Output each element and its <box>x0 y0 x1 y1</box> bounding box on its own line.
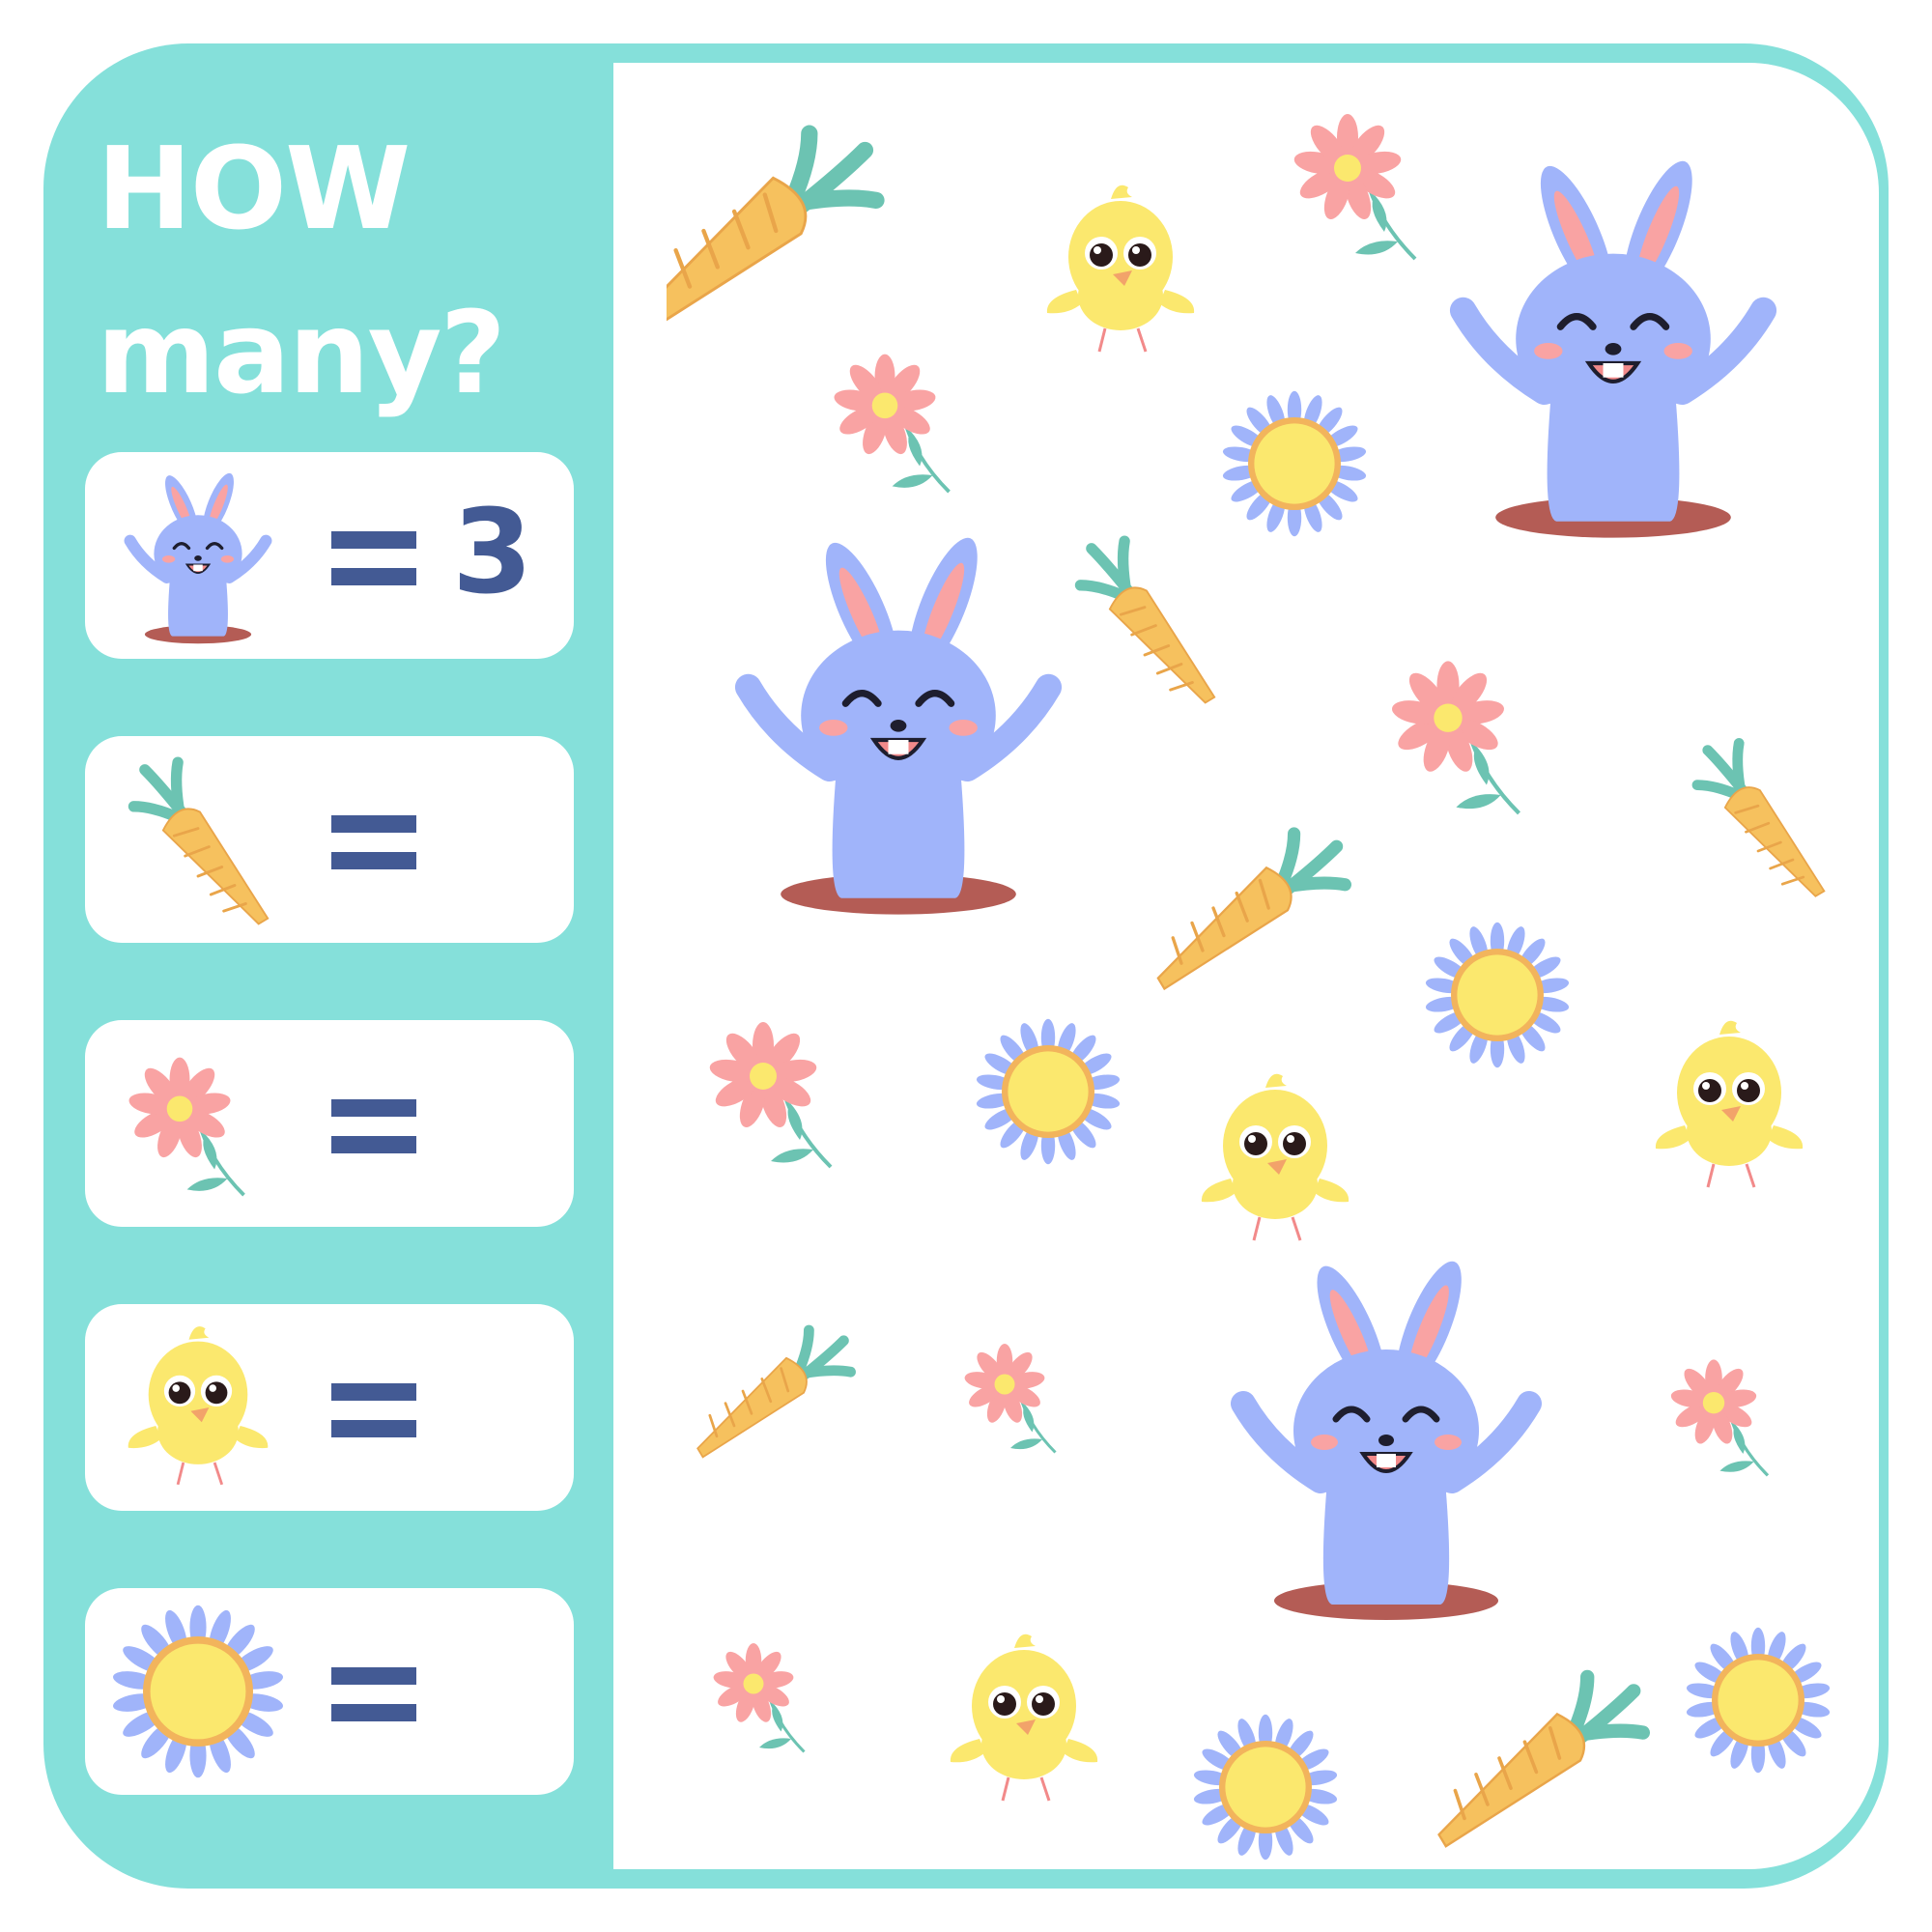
chick-icon <box>1633 971 1826 1241</box>
chick-icon <box>1024 135 1217 406</box>
count-row-bunny: 3 <box>85 452 574 659</box>
count-row-pink-flower <box>85 1020 574 1227</box>
count-row-chick <box>85 1304 574 1511</box>
blue-sunflower-icon <box>1192 1714 1339 1861</box>
blue-sunflower-icon <box>975 1018 1122 1165</box>
carrot-icon <box>667 92 898 324</box>
count-row-blue-sunflower <box>85 1588 574 1795</box>
answer-field-bunny[interactable]: 3 <box>452 491 533 616</box>
blue-sunflower-icon <box>1221 390 1368 537</box>
equals-sign <box>331 531 416 585</box>
equals-sign <box>331 1099 416 1153</box>
bunny-icon <box>1193 1217 1579 1652</box>
title-line-2: many? <box>97 286 506 419</box>
chick-icon <box>927 1584 1121 1855</box>
equals-sign <box>331 1383 416 1437</box>
carrot-icon <box>691 1275 865 1507</box>
bunny-icon <box>1410 126 1816 560</box>
blue-sunflower-icon <box>1685 1627 1832 1774</box>
pink-flower-icon <box>696 1575 840 1816</box>
pink-flower-icon <box>1652 1294 1806 1536</box>
pink-flower-icon <box>1367 628 1570 840</box>
bunny-icon <box>696 502 1101 937</box>
pink-flower-icon <box>657 995 908 1188</box>
pink-flower-icon <box>947 1275 1092 1517</box>
bunny-icon <box>106 462 290 649</box>
title-line-1: HOW <box>97 122 411 255</box>
equals-sign <box>331 815 416 869</box>
carrot-icon <box>1150 792 1362 1024</box>
blue-sunflower-icon <box>1424 922 1571 1068</box>
blue-sunflower-icon <box>106 1598 290 1785</box>
carrot-icon <box>1671 705 1845 927</box>
carrot-icon <box>1430 1642 1662 1874</box>
pink-flower-icon <box>106 1030 290 1217</box>
carrot-icon <box>106 746 290 933</box>
worksheet-title: HOW many? <box>97 106 599 435</box>
equals-sign <box>331 1667 416 1721</box>
chick-icon <box>106 1314 290 1501</box>
count-row-carrot <box>85 736 574 943</box>
